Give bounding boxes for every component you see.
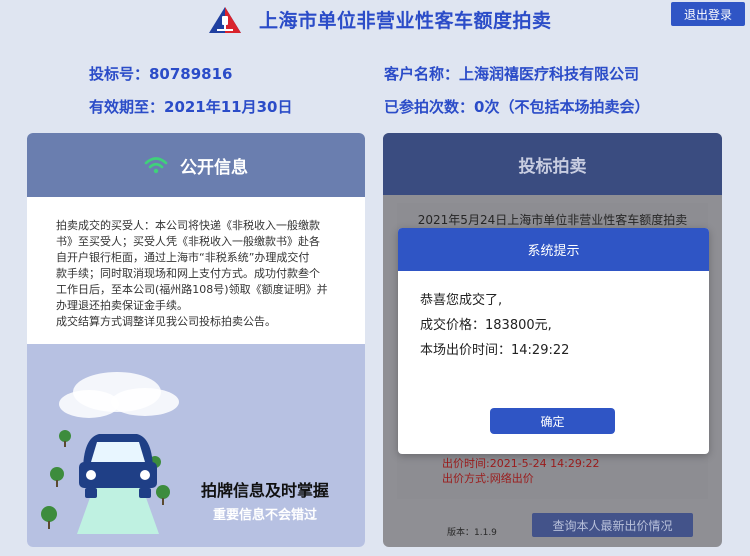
site-title: 上海市单位非营业性客车额度拍卖 <box>259 10 552 32</box>
wifi-icon <box>144 157 168 174</box>
bid-time-message: 本场出价时间：14:29:22 <box>420 343 570 358</box>
promo-banner: 拍牌信息及时掌握 重要信息不会错过 <box>27 344 365 547</box>
dialog-title: 系统提示 <box>398 228 709 271</box>
bidding-title: 投标拍卖 <box>518 156 587 177</box>
public-info-card: 公开信息 拍卖成交的买受人：本公司将快递《非税收入一般缴款 书》至买受人；买受人… <box>27 133 365 547</box>
notice-line: 办理退还拍卖保证金手续。 <box>56 299 188 312</box>
notice-text: 拍卖成交的买受人：本公司将快递《非税收入一般缴款 书》至买受人；买受人凭《非税收… <box>56 218 338 330</box>
promo-title: 拍牌信息及时掌握 <box>201 481 330 500</box>
bidding-header: 投标拍卖 <box>383 133 722 195</box>
notice-line: 拍卖成交的买受人：本公司将快递《非税收入一般缴款 <box>56 219 320 232</box>
confirm-button[interactable]: 确定 <box>490 408 615 434</box>
client-name: 客户名称：上海润禧医疗科技有限公司 <box>384 65 640 83</box>
auction-logo-icon <box>209 7 241 33</box>
query-latest-bid-button[interactable]: 查询本人最新出价情况 <box>532 513 693 537</box>
auction-attempts: 已参拍次数：0次（不包括本场拍卖会） <box>384 98 650 116</box>
notice-line: 自开户银行柜面，通过上海市“非税系统”办理成交付 <box>56 251 310 264</box>
dialog-message: 恭喜您成交了, <box>420 293 503 308</box>
bid-method: 出价方式:网络出价 <box>442 472 534 485</box>
version-text: 版本：1.1.9 <box>447 528 497 538</box>
system-prompt-dialog: 系统提示 恭喜您成交了, 成交价格：183800元, 本场出价时间：14:29:… <box>398 228 709 454</box>
notice-line: 成交结算方式调整详见我公司投标拍卖公告。 <box>56 315 276 328</box>
logout-button[interactable]: 退出登录 <box>671 2 745 26</box>
deal-price: 成交价格：183800元, <box>420 318 552 333</box>
bid-time: 出价时间:2021-5-24 14:29:22 <box>442 457 600 470</box>
header: 上海市单位非营业性客车额度拍卖 退出登录 <box>0 0 750 40</box>
notice-line: 款手续；同时取消现场和网上支付方式。成功付款叁个 <box>56 267 320 280</box>
car-illustration-icon <box>41 372 179 534</box>
valid-until: 有效期至：2021年11月30日 <box>89 98 293 116</box>
bid-number: 投标号：80789816 <box>89 65 233 83</box>
auction-session-line: 2021年5月24日上海市单位非营业性客车额度拍卖 <box>417 213 688 227</box>
notice-line: 书》至买受人；买受人凭《非税收入一般缴款书》赴各 <box>56 235 320 248</box>
public-info-header: 公开信息 <box>27 133 365 197</box>
notice-line: 工作日后，至本公司(福州路108号)领取《额度证明》并 <box>56 283 328 296</box>
promo-subtitle: 重要信息不会错过 <box>213 508 318 523</box>
public-info-title: 公开信息 <box>180 157 248 178</box>
